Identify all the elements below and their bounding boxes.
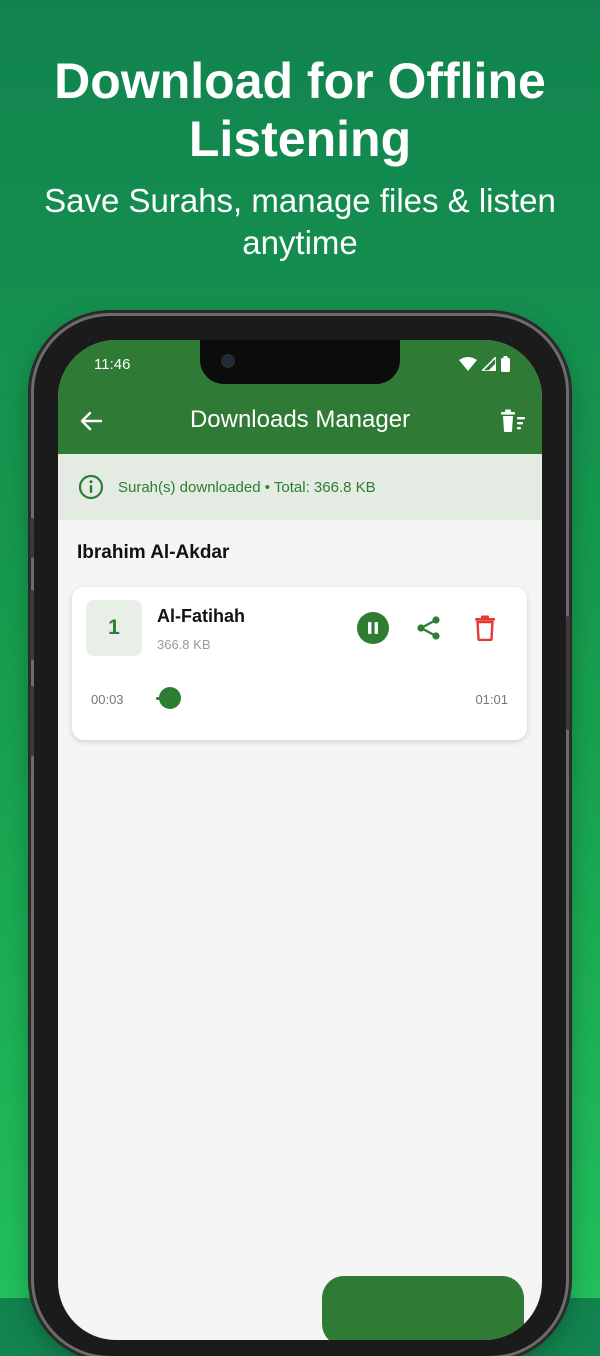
wifi-icon (459, 357, 477, 371)
download-card[interactable]: 1 Al-Fatihah 366.8 KB 00:03 01:01 (72, 587, 527, 740)
promo-subtitle: Save Surahs, manage files & listen anyti… (44, 182, 556, 261)
info-banner: Surah(s) downloaded • Total: 366.8 KB (58, 454, 542, 520)
total-time: 01:01 (475, 692, 508, 707)
phone-side-button (566, 616, 570, 730)
status-time: 11:46 (94, 356, 131, 373)
signal-icon (482, 357, 496, 371)
app-header: 11:46 Downloads Manager (58, 340, 542, 454)
page-title: Downloads Manager (189, 406, 411, 433)
seek-bar[interactable] (156, 687, 442, 709)
phone-side-button (30, 518, 34, 558)
bottom-action-button[interactable] (322, 1276, 524, 1340)
phone-side-button (30, 590, 34, 660)
info-banner-text: Surah(s) downloaded • Total: 366.8 KB (118, 478, 376, 496)
surah-file-size: 366.8 KB (157, 637, 211, 652)
status-icons (459, 356, 510, 372)
current-time: 00:03 (91, 692, 124, 707)
share-icon[interactable] (416, 615, 442, 641)
delete-sweep-icon[interactable] (500, 409, 526, 433)
camera-icon (223, 356, 233, 366)
seek-thumb[interactable] (159, 687, 182, 709)
delete-icon[interactable] (473, 615, 497, 641)
info-icon (78, 474, 104, 500)
reciter-name: Ibrahim Al-Akdar (77, 542, 230, 563)
battery-icon (501, 356, 510, 372)
surah-name: Al-Fatihah (157, 606, 245, 626)
phone-side-button (30, 686, 34, 756)
surah-number: 1 (86, 600, 142, 656)
promo-title: Download for Offline Listening (54, 53, 546, 167)
phone-screen: 11:46 Downloads Manager Surah(s) downloa… (58, 340, 542, 1340)
pause-button[interactable] (357, 612, 389, 644)
